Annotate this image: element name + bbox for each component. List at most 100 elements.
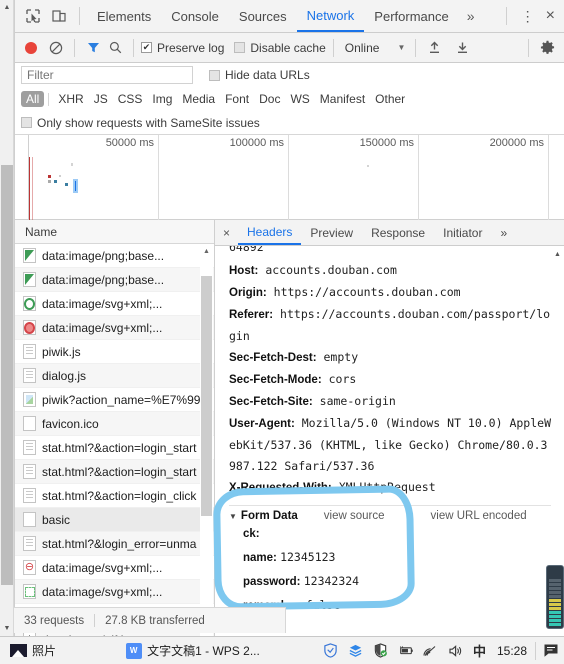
page-scroll-up-arrow[interactable]: ▲: [0, 0, 14, 15]
taskbar-item-wps[interactable]: W 文字文稿1 - WPS 2...: [119, 639, 266, 663]
table-row[interactable]: data:image/png;base...: [15, 268, 214, 292]
preserve-log-box[interactable]: [141, 42, 152, 53]
samesite-box[interactable]: [21, 117, 32, 128]
preserve-log-checkbox[interactable]: Preserve log: [141, 41, 224, 55]
detail-close-icon[interactable]: ×: [221, 226, 238, 240]
detail-scroll-up-icon[interactable]: ▲: [551, 248, 564, 260]
chevron-down-icon[interactable]: ▼: [397, 43, 405, 52]
page-scroll-down-arrow[interactable]: ▼: [0, 621, 14, 636]
table-row[interactable]: data:image/svg+xml;...: [15, 580, 214, 604]
table-row[interactable]: data:image/svg+xml;...: [15, 292, 214, 316]
document-file-icon: [23, 440, 36, 455]
table-row[interactable]: data:image/svg+xml;...: [15, 316, 214, 340]
tab-headers[interactable]: Headers: [238, 220, 302, 245]
header-name: Sec-Fetch-Mode:: [229, 374, 322, 386]
disable-cache-checkbox[interactable]: Disable cache: [234, 40, 326, 55]
import-har-icon[interactable]: [423, 37, 445, 59]
hide-data-urls-checkbox[interactable]: Hide data URLs: [209, 68, 310, 82]
type-filter-css[interactable]: CSS: [113, 91, 148, 107]
tab-network[interactable]: Network: [296, 0, 365, 32]
table-row[interactable]: stat.html?&action=login_start: [15, 460, 214, 484]
headers-body[interactable]: 64892 Host: accounts.douban.com Origin: …: [215, 246, 564, 636]
samesite-checkbox[interactable]: Only show requests with SameSite issues: [21, 116, 260, 130]
type-filter-js[interactable]: JS: [89, 91, 113, 107]
table-row[interactable]: dialog.js: [15, 364, 214, 388]
type-filter-doc[interactable]: Doc: [254, 91, 285, 107]
request-list-header[interactable]: Name: [15, 220, 214, 244]
battery-icon[interactable]: [398, 643, 414, 659]
type-filter-all[interactable]: All: [21, 91, 45, 107]
export-har-icon[interactable]: [451, 37, 473, 59]
table-row[interactable]: favicon.ico: [15, 412, 214, 436]
device-toolbar-icon[interactable]: [46, 3, 72, 29]
list-scroll-up-icon[interactable]: ▲: [200, 244, 213, 258]
filter-icon[interactable]: [82, 37, 104, 59]
table-row[interactable]: piwik.js: [15, 340, 214, 364]
cursor-inspect-icon[interactable]: [20, 3, 46, 29]
request-list-scrollbar[interactable]: ▲ ▼: [200, 244, 213, 636]
wifi-icon[interactable]: [423, 643, 439, 659]
tab-preview[interactable]: Preview: [301, 220, 362, 245]
page-scroll-thumb[interactable]: [1, 165, 13, 585]
network-toolbar: Preserve log Disable cache Online ▼: [15, 33, 564, 63]
table-row-selected[interactable]: basic: [15, 508, 214, 532]
ime-indicator[interactable]: 中: [473, 641, 486, 660]
table-row[interactable]: data:image/svg+xml;...: [15, 556, 214, 580]
request-name: data:image/svg+xml;...: [42, 584, 163, 599]
tab-elements[interactable]: Elements: [87, 0, 161, 32]
table-row[interactable]: stat.html?&action=login_click: [15, 484, 214, 508]
type-filter-manifest[interactable]: Manifest: [315, 91, 370, 107]
taskbar-item-photos[interactable]: 照片: [4, 639, 62, 663]
layers-icon[interactable]: [348, 643, 364, 659]
shield-icon[interactable]: [323, 643, 339, 659]
request-name: piwik.js: [42, 344, 81, 359]
tab-console[interactable]: Console: [161, 0, 229, 32]
view-source-link[interactable]: view source: [324, 510, 385, 522]
tab-response[interactable]: Response: [362, 220, 434, 245]
page-scrollbar[interactable]: ▲ ▼: [0, 0, 14, 636]
taskbar-clock[interactable]: 15:28: [497, 644, 527, 658]
type-filter-font[interactable]: Font: [220, 91, 254, 107]
toolbar-divider-3: [133, 38, 134, 57]
photos-icon: [10, 643, 27, 658]
tab-performance[interactable]: Performance: [364, 0, 458, 32]
type-filter-img[interactable]: Img: [147, 91, 177, 107]
network-overview[interactable]: 50000 ms 100000 ms 150000 ms 200000 ms: [15, 135, 564, 220]
hide-data-urls-label: Hide data URLs: [225, 68, 310, 82]
samesite-label: Only show requests with SameSite issues: [37, 115, 260, 130]
disclosure-triangle-icon[interactable]: ▼: [229, 512, 237, 521]
type-filter-xhr[interactable]: XHR: [53, 91, 88, 107]
tab-initiator[interactable]: Initiator: [434, 220, 491, 245]
security-shield-icon[interactable]: [373, 643, 389, 659]
disable-cache-label: Disable cache: [250, 40, 326, 55]
table-row[interactable]: stat.html?&action=login_start: [15, 436, 214, 460]
tab-sources[interactable]: Sources: [229, 0, 297, 32]
filter-input[interactable]: [21, 66, 193, 84]
form-field-name: ck:: [243, 528, 260, 540]
volume-icon[interactable]: [448, 643, 464, 659]
type-filter-media[interactable]: Media: [177, 91, 220, 107]
type-filter-other[interactable]: Other: [370, 91, 410, 107]
header-name: Origin:: [229, 287, 267, 299]
clear-button[interactable]: [45, 37, 67, 59]
type-filter-ws[interactable]: WS: [285, 91, 314, 107]
list-scroll-thumb[interactable]: [201, 276, 212, 516]
throttling-select[interactable]: Online ▼: [345, 41, 406, 55]
png-file-icon: [23, 248, 36, 263]
more-tabs-icon[interactable]: »: [459, 8, 483, 24]
record-button[interactable]: [25, 41, 37, 54]
gear-icon[interactable]: [536, 37, 558, 59]
close-icon[interactable]: ×: [542, 7, 564, 25]
table-row[interactable]: data:image/png;base...: [15, 244, 214, 268]
search-icon[interactable]: [104, 37, 126, 59]
request-list[interactable]: data:image/png;base... data:image/png;ba…: [15, 244, 214, 636]
table-row[interactable]: stat.html?&login_error=unma: [15, 532, 214, 556]
view-url-encoded-link[interactable]: view URL encoded: [431, 510, 527, 522]
hide-data-urls-box[interactable]: [209, 69, 220, 81]
disable-cache-box[interactable]: [234, 42, 246, 53]
table-row[interactable]: piwik?action_name=%E7%99.: [15, 388, 214, 412]
notification-icon[interactable]: [542, 642, 560, 660]
devtools-menu-icon[interactable]: ⋮: [514, 9, 542, 23]
form-data-header[interactable]: ▼ Form Data view source view URL encoded: [229, 510, 552, 522]
detail-more-tabs-icon[interactable]: »: [491, 220, 516, 245]
